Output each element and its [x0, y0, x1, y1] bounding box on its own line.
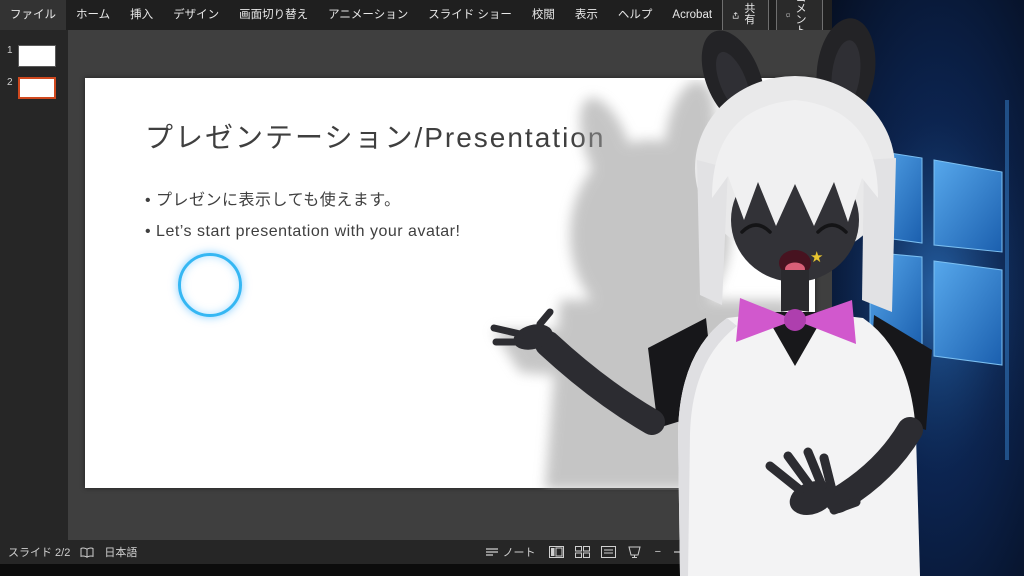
view-switcher [548, 546, 642, 558]
share-icon [732, 11, 739, 19]
slide-number: 2 [7, 77, 13, 88]
notes-icon [485, 547, 498, 556]
zoom-out-button[interactable]: − [655, 546, 661, 558]
tab-help[interactable]: ヘルプ [608, 0, 663, 30]
share-label: 共有 [744, 3, 756, 26]
reading-view-icon[interactable] [600, 546, 616, 558]
notes-label: ノート [502, 547, 536, 559]
slide-counter[interactable]: スライド 2/2 [8, 544, 70, 560]
zoom-slider[interactable] [674, 547, 754, 557]
slide-number: 1 [7, 45, 13, 56]
windows-logo [812, 90, 1024, 490]
slide-editor-area: プレゼンテーション/Presentation プレゼンに表示しても使えます。 L… [68, 30, 832, 540]
normal-view-icon[interactable] [548, 546, 564, 558]
slideshow-icon[interactable] [627, 546, 642, 558]
status-bar: スライド 2/2 日本語 ノート − [0, 540, 832, 564]
slide-sorter-icon[interactable] [574, 546, 590, 558]
tab-slideshow[interactable]: スライド ショー [418, 0, 522, 30]
desktop-wallpaper [812, 0, 1024, 576]
proofing-book-icon[interactable] [80, 547, 94, 558]
comment-icon [786, 13, 791, 18]
slide-thumbnail-panel: 1 2 [0, 30, 68, 540]
workspace: 1 2 プレゼンテーション/Presentation プレゼンに表示しても使えま… [0, 30, 832, 540]
notes-button[interactable]: ノート [485, 544, 536, 560]
language-indicator[interactable]: 日本語 [104, 544, 137, 560]
screen: ファイル ホーム 挿入 デザイン 画面切り替え アニメーション スライド ショー… [0, 0, 1024, 576]
slide-thumbnail-image[interactable] [17, 77, 56, 99]
tab-acrobat[interactable]: Acrobat [662, 0, 722, 30]
slide-thumbnail-image[interactable] [17, 45, 56, 67]
slide-canvas[interactable]: プレゼンテーション/Presentation プレゼンに表示しても使えます。 L… [85, 78, 815, 488]
ribbon-tab-bar: ファイル ホーム 挿入 デザイン 画面切り替え アニメーション スライド ショー… [0, 0, 832, 41]
slide-bullet[interactable]: プレゼンに表示しても使えます。 [145, 186, 815, 210]
laser-pointer-ring [178, 253, 242, 317]
tab-animations[interactable]: アニメーション [318, 0, 418, 30]
tab-transitions[interactable]: 画面切り替え [229, 0, 318, 30]
status-right-controls: ノート − [485, 544, 824, 560]
tab-review[interactable]: 校閲 [522, 0, 565, 30]
slide-body-text[interactable]: プレゼンに表示しても使えます。 Let’s start presentation… [145, 186, 815, 241]
tab-file[interactable]: ファイル [0, 0, 66, 30]
window-bottom-edge [0, 564, 832, 576]
slide-thumbnail-2[interactable]: 2 [0, 72, 68, 104]
zoom-slider-thumb[interactable] [712, 547, 716, 557]
slide-bullet[interactable]: Let’s start presentation with your avata… [145, 223, 815, 241]
tab-insert[interactable]: 挿入 [120, 0, 163, 30]
tab-home[interactable]: ホーム [66, 0, 120, 30]
tab-view[interactable]: 表示 [565, 0, 608, 30]
slide-thumbnail-1[interactable]: 1 [0, 40, 68, 72]
tab-design[interactable]: デザイン [163, 0, 229, 30]
powerpoint-window: ファイル ホーム 挿入 デザイン 画面切り替え アニメーション スライド ショー… [0, 0, 832, 576]
slide-title[interactable]: プレゼンテーション/Presentation [145, 116, 815, 156]
